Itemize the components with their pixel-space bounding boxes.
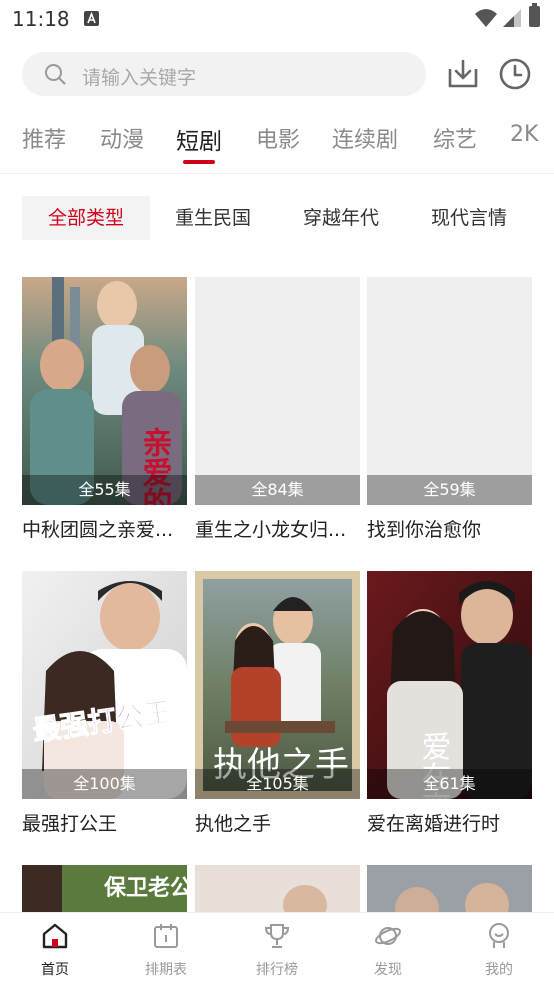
episode-count: 全55集 (22, 475, 187, 505)
chip-modern-romance[interactable]: 现代言情 (416, 196, 522, 240)
search-placeholder: 请输入关键字 (82, 67, 197, 89)
planet-icon (375, 927, 401, 945)
poster-image[interactable] (367, 865, 532, 913)
nav-profile[interactable]: 我的 (444, 913, 554, 985)
download-icon[interactable] (446, 57, 480, 91)
nav-label: 首页 (41, 962, 69, 978)
divider (0, 173, 554, 174)
episode-count: 全61集 (367, 769, 532, 799)
episode-count: 全100集 (22, 769, 187, 799)
status-bar: 11:18 (0, 0, 554, 38)
drama-title: 找到你治愈你 (367, 519, 482, 541)
tab-short-drama[interactable]: 短剧 (176, 122, 222, 156)
poster-image[interactable]: 执他之手 全105集 (195, 571, 360, 799)
nav-discover[interactable]: 发现 (333, 913, 443, 985)
episode-count: 全84集 (195, 475, 360, 505)
nav-label: 发现 (374, 962, 402, 978)
poster-image[interactable]: 全59集 (367, 277, 532, 505)
wifi-icon (475, 9, 497, 27)
filter-chips: 全部类型 重生民国 穿越年代 现代言情 (0, 196, 554, 240)
category-tabs: 推荐 动漫 短剧 电影 连续剧 综艺 2K (0, 118, 554, 168)
signal-icon (503, 9, 521, 27)
home-icon (42, 923, 68, 949)
battery-icon (529, 3, 540, 27)
poster-title-art: 保卫老公 (103, 875, 187, 901)
search-icon (45, 64, 66, 85)
chip-time-travel-era[interactable]: 穿越年代 (288, 196, 394, 240)
poster-image[interactable] (195, 865, 360, 913)
nav-label: 排期表 (145, 962, 187, 978)
drama-title: 最强打公王 (22, 813, 118, 835)
episode-count: 全59集 (367, 475, 532, 505)
calendar-icon (154, 924, 178, 948)
episode-count: 全105集 (195, 769, 360, 799)
active-tab-indicator (183, 160, 215, 164)
tab-series[interactable]: 连续剧 (332, 122, 398, 154)
bottom-navigation: 首页 排期表 排行榜 发现 我的 (0, 912, 554, 984)
tab-variety[interactable]: 综艺 (433, 122, 477, 154)
nav-label: 排行榜 (256, 962, 298, 978)
chip-rebirth-republic[interactable]: 重生民国 (160, 196, 266, 240)
poster-image[interactable]: 爱在离婚 全61集 (367, 571, 532, 799)
tab-anime[interactable]: 动漫 (100, 122, 144, 154)
nav-ranking[interactable]: 排行榜 (222, 913, 332, 985)
history-clock-icon[interactable] (498, 57, 532, 91)
nav-label: 我的 (485, 962, 513, 978)
drama-title: 中秋团圆之亲爱... (22, 519, 174, 541)
drama-title: 爱在离婚进行时 (367, 813, 501, 835)
poster-image[interactable]: 亲爱的你 全55集 (22, 277, 187, 505)
poster-image[interactable]: 最强打公王 全100集 (22, 571, 187, 799)
tab-recommend[interactable]: 推荐 (22, 122, 66, 154)
profile-icon (489, 923, 509, 948)
nav-schedule[interactable]: 排期表 (111, 913, 221, 985)
poster-image[interactable]: 保卫老公 (22, 865, 187, 913)
poster-image[interactable]: 全84集 (195, 277, 360, 505)
tab-2k[interactable]: 2K (510, 122, 538, 147)
status-time: 11:18 (12, 7, 70, 31)
drama-title: 执他之手 (195, 813, 272, 835)
nav-home[interactable]: 首页 (0, 913, 110, 985)
chip-all-types[interactable]: 全部类型 (22, 196, 150, 240)
trophy-icon (264, 924, 290, 948)
drama-title: 重生之小龙女归... (195, 519, 347, 541)
search-bar[interactable]: 请输入关键字 (22, 52, 426, 96)
notification-icon (84, 11, 99, 26)
tab-movie[interactable]: 电影 (256, 122, 300, 154)
